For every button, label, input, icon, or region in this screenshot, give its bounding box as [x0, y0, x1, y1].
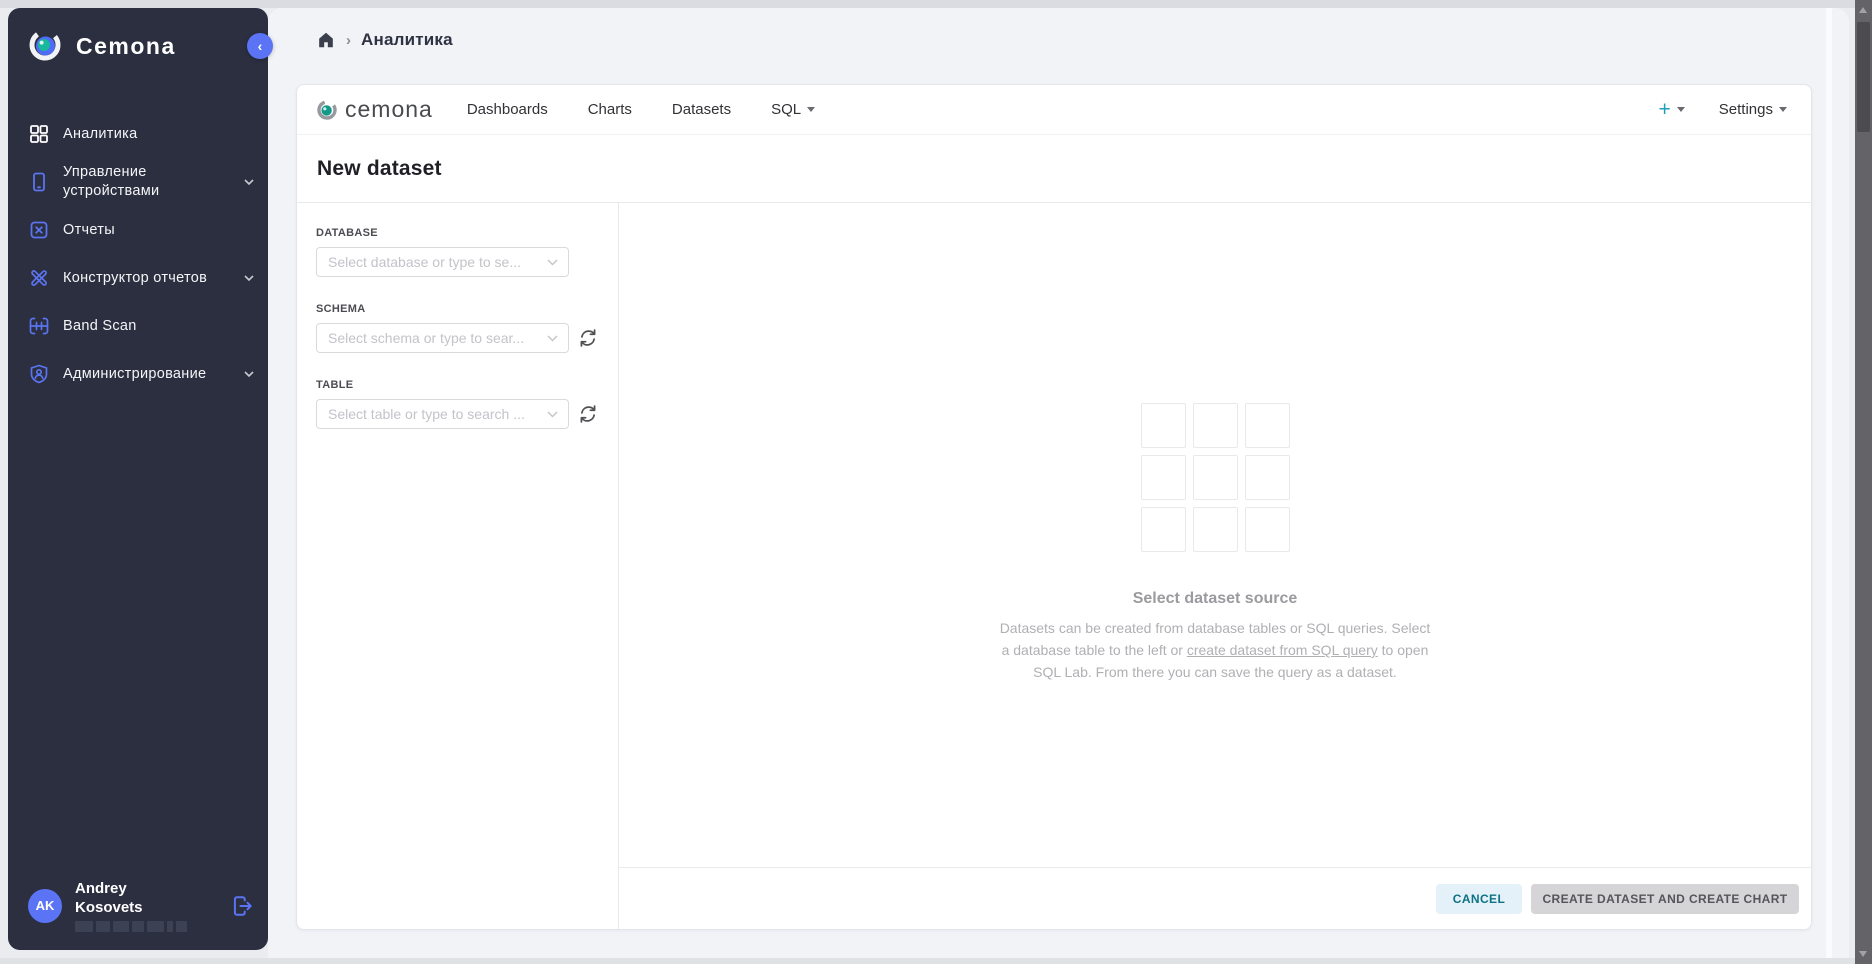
main-content: › Аналитика cemona Dashboards Charts Dat…: [268, 8, 1849, 964]
caret-down-icon: [1779, 107, 1787, 112]
sidebar-item-analytics[interactable]: Аналитика: [8, 110, 268, 158]
scrollbar-thumb[interactable]: [1857, 22, 1870, 132]
dataset-preview-panel: Select dataset source Datasets can be cr…: [619, 203, 1811, 930]
sidebar-item-label: Администрирование: [63, 365, 221, 384]
sidebar-item-administration[interactable]: Администрирование: [8, 350, 268, 398]
app-logo-text: Cemona: [76, 33, 176, 60]
right-gutter: [1826, 8, 1832, 964]
create-dataset-button[interactable]: CREATE DATASET AND CREATE CHART: [1531, 884, 1799, 914]
table-select[interactable]: Select table or type to search ...: [316, 399, 569, 429]
chevron-down-icon: [244, 275, 254, 281]
sidebar-item-label: Конструктор отчетов: [63, 269, 221, 288]
table-label: TABLE: [316, 379, 599, 391]
cemona-brand[interactable]: cemona: [317, 96, 433, 123]
nav-sql[interactable]: SQL: [771, 101, 815, 118]
report-builder-icon: [28, 267, 50, 289]
cemona-brand-icon: [317, 100, 337, 120]
schema-label: SCHEMA: [316, 303, 599, 315]
card-body: DATABASE Select database or type to se..…: [297, 203, 1811, 930]
schema-select[interactable]: Select schema or type to sear...: [316, 323, 569, 353]
card-footer: CANCEL CREATE DATASET AND CREATE CHART: [619, 867, 1811, 929]
scrollbar[interactable]: [1855, 0, 1872, 964]
chevron-down-icon: [244, 179, 254, 185]
refresh-table-icon[interactable]: [578, 404, 598, 424]
sidebar-item-label: Управление устройствами: [63, 163, 221, 201]
source-panel: DATABASE Select database or type to se..…: [297, 203, 619, 930]
database-select[interactable]: Select database or type to se...: [316, 247, 569, 277]
empty-state-title: Select dataset source: [1133, 590, 1298, 608]
sidebar-collapse-button[interactable]: ‹: [247, 33, 273, 59]
redacted-text: [75, 921, 187, 932]
report-x-icon: [28, 219, 50, 241]
breadcrumb-separator: ›: [346, 32, 351, 49]
app-nav: cemona Dashboards Charts Datasets SQL + …: [297, 85, 1811, 135]
sidebar: Cemona Аналитика Управление устройствами: [8, 8, 268, 950]
empty-state-text: Datasets can be created from database ta…: [1000, 617, 1431, 683]
caret-down-icon: [807, 107, 815, 112]
sidebar-menu: Аналитика Управление устройствами Отчеты: [8, 110, 268, 398]
page-title: New dataset: [317, 157, 442, 181]
plus-icon: +: [1659, 99, 1671, 120]
nav-charts[interactable]: Charts: [588, 101, 632, 118]
user-name: Andrey Kosovets: [75, 879, 187, 932]
scroll-down-icon[interactable]: [1859, 951, 1867, 957]
chevron-down-icon: [547, 335, 558, 342]
create-dataset-from-sql-link[interactable]: create dataset from SQL query: [1187, 642, 1378, 658]
sidebar-item-report-builder[interactable]: Конструктор отчетов: [8, 254, 268, 302]
database-label: DATABASE: [316, 227, 599, 239]
cancel-button[interactable]: CANCEL: [1436, 884, 1522, 914]
window-bottom-edge: [0, 958, 1872, 964]
settings-menu[interactable]: Settings: [1719, 101, 1787, 118]
caret-down-icon: [1677, 107, 1685, 112]
new-dataset-card: cemona Dashboards Charts Datasets SQL + …: [296, 84, 1812, 930]
refresh-schema-icon[interactable]: [578, 328, 598, 348]
scroll-up-icon[interactable]: [1859, 7, 1867, 13]
cemona-logo-icon: [28, 28, 64, 64]
breadcrumb-current: Аналитика: [361, 30, 453, 50]
device-icon: [28, 171, 50, 193]
new-item-button[interactable]: +: [1659, 99, 1685, 120]
chevron-down-icon: [244, 371, 254, 377]
user-block: AK Andrey Kosovets: [8, 879, 268, 942]
admin-shield-icon: [28, 363, 50, 385]
sidebar-item-reports[interactable]: Отчеты: [8, 206, 268, 254]
chevron-down-icon: [547, 259, 558, 266]
page-header: New dataset: [297, 135, 1811, 203]
logout-icon[interactable]: [230, 894, 254, 918]
sidebar-item-label: Отчеты: [63, 221, 221, 240]
empty-state: Select dataset source Datasets can be cr…: [619, 203, 1811, 683]
nav-right: + Settings: [1659, 99, 1795, 120]
avatar: AK: [28, 889, 62, 923]
dashboard-grid-icon: [28, 123, 50, 145]
nav-datasets[interactable]: Datasets: [672, 101, 731, 118]
brand-text: cemona: [345, 96, 433, 123]
sidebar-item-device-management[interactable]: Управление устройствами: [8, 158, 268, 206]
nav-dashboards[interactable]: Dashboards: [467, 101, 548, 118]
app-logo[interactable]: Cemona: [8, 8, 268, 64]
breadcrumb: › Аналитика: [316, 30, 453, 50]
nav-menu: Dashboards Charts Datasets SQL: [467, 101, 815, 118]
chevron-down-icon: [547, 411, 558, 418]
sidebar-item-label: Аналитика: [63, 125, 221, 144]
home-icon[interactable]: [316, 30, 336, 50]
sidebar-item-label: Band Scan: [63, 317, 221, 336]
table-grid-icon: [1141, 403, 1290, 552]
sidebar-item-band-scan[interactable]: Band Scan: [8, 302, 268, 350]
band-scan-icon: [28, 315, 50, 337]
window-top-edge: [0, 0, 1872, 8]
